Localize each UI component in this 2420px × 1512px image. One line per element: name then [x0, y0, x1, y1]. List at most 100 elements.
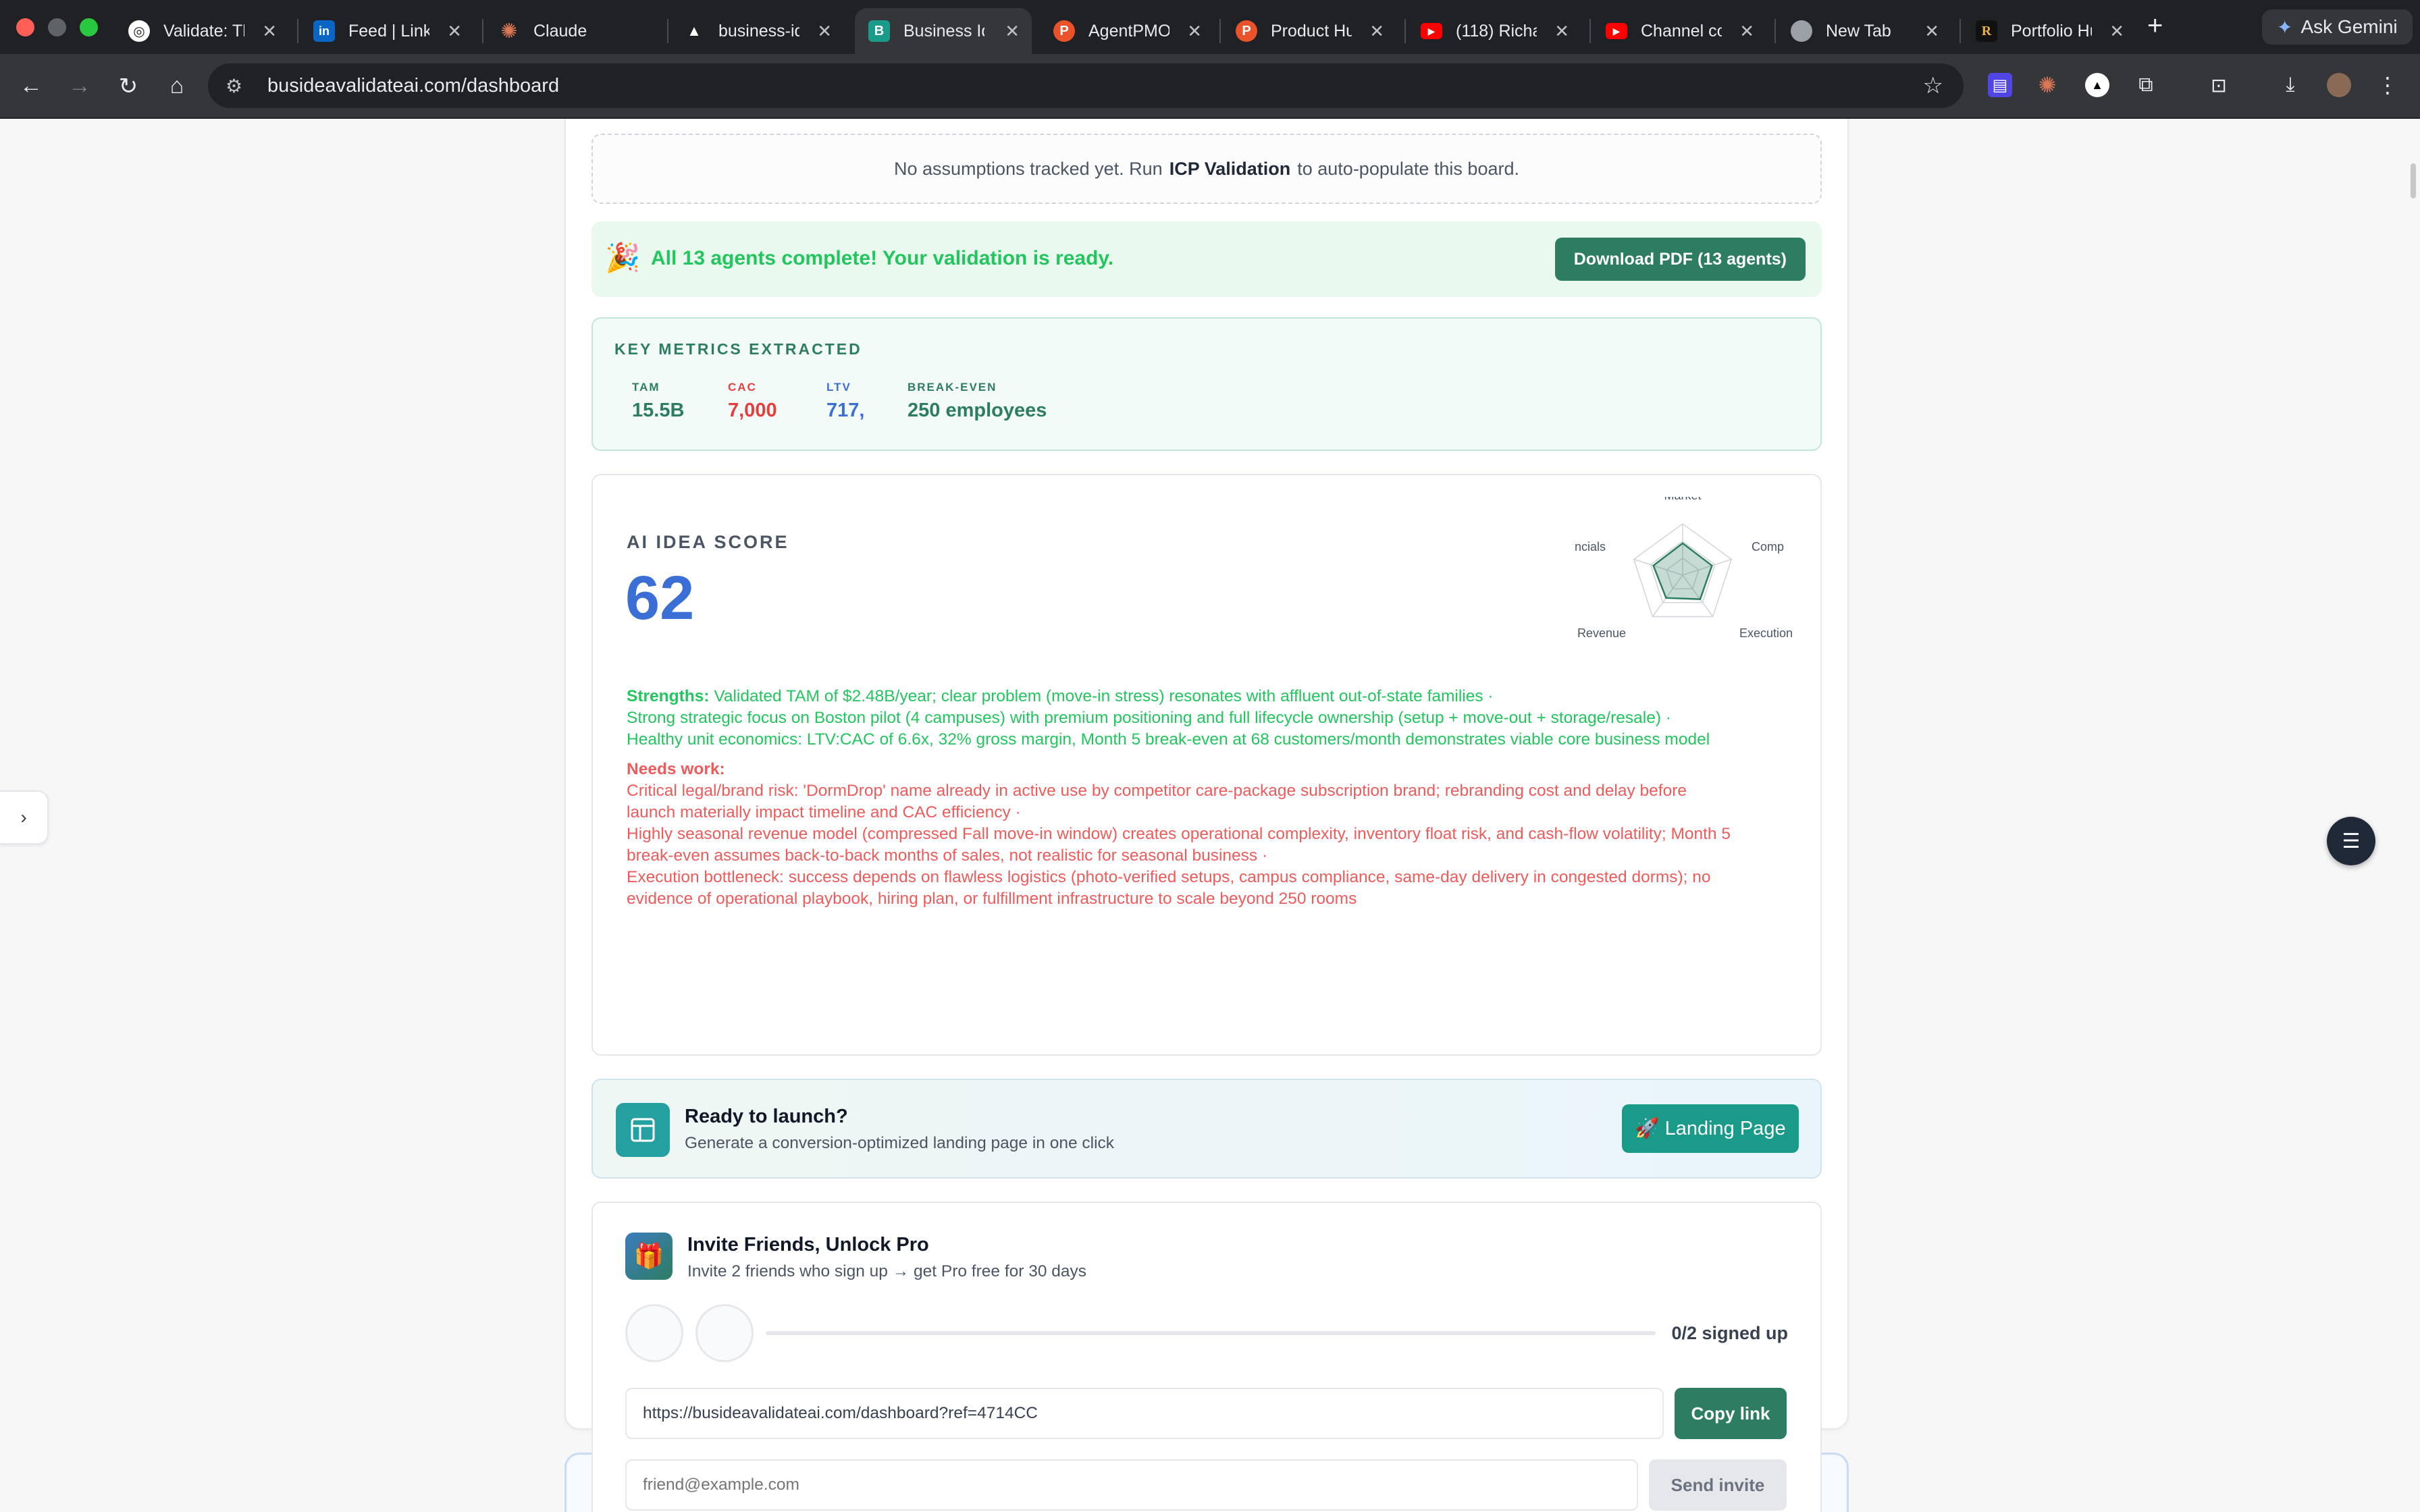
assumptions-text-suffix: to auto-populate this board. [1297, 158, 1519, 179]
close-tab-icon[interactable]: ✕ [1739, 21, 1754, 42]
tab-label: (118) Richa [1456, 21, 1537, 40]
producthunt-icon: P [1053, 20, 1075, 42]
complete-message: All 13 agents complete! Your validation … [651, 247, 1114, 269]
icp-validation-link[interactable]: ICP Validation [1169, 159, 1291, 180]
browser-tab[interactable]: in Feed | Linke ✕ [300, 8, 474, 54]
home-icon[interactable]: ⌂ [163, 73, 190, 99]
browser-tab[interactable]: ◎ Validate: Th ✕ [115, 8, 289, 54]
metric-value: 7,000 [728, 400, 777, 421]
list-icon: ☰ [2342, 830, 2361, 853]
tab-label: Feed | Linke [348, 21, 429, 40]
address-bar[interactable]: ⚙ busideavalidateai.com/dashboard ☆ [208, 63, 1964, 108]
close-tab-icon[interactable]: ✕ [2109, 21, 2124, 42]
copy-link-button[interactable]: Copy link [1675, 1388, 1787, 1439]
download-pdf-button[interactable]: Download PDF (13 agents) [1554, 238, 1806, 281]
browser-tab[interactable]: P Product Hu ✕ [1222, 8, 1396, 54]
browser-tab[interactable]: ▲ business-id ✕ [670, 8, 844, 54]
score-radar-chart: Market Comp Execution Revenue ncials [1568, 497, 1797, 652]
tab-label: Portfolio Hu [2011, 21, 2092, 40]
portfolio-icon: R [1976, 20, 1997, 42]
referral-link-field[interactable] [625, 1388, 1664, 1439]
scrollbar-thumb[interactable] [2411, 163, 2416, 198]
needs-work-item: launch materially impact timeline and CA… [627, 803, 1021, 821]
metric-break-even: BREAK-EVEN 250 employees [908, 381, 1047, 422]
business-idea-icon: B [868, 20, 890, 42]
radar-axis-label: Comp [1752, 540, 1784, 554]
maximize-window-button[interactable] [80, 18, 98, 36]
idea-score-title: AI IDEA SCORE [627, 532, 789, 552]
close-tab-icon[interactable]: ✕ [1005, 21, 1020, 42]
tab-label: New Tab [1826, 21, 1891, 40]
sidebar-expand-button[interactable]: › [0, 790, 49, 844]
tab-label: Validate: Th [163, 21, 244, 40]
browser-tab[interactable]: New Tab ✕ [1777, 8, 1951, 54]
browser-menu-icon[interactable]: ⋮ [2375, 73, 2400, 97]
needs-work-label: Needs work: [627, 760, 725, 778]
ai-idea-score-card: AI IDEA SCORE 62 Market Comp Execution Reve… [591, 474, 1822, 1056]
invite-friends-card: 🎁 Invite Friends, Unlock Pro Invite 2 fr… [591, 1202, 1822, 1512]
assumptions-board-empty: No assumptions tracked yet. Run ICP Vali… [591, 134, 1822, 204]
radar-axis-label: ncials [1575, 540, 1606, 554]
radar-axis-label: Market [1664, 497, 1701, 502]
browser-tab-active[interactable]: B Business Id ✕ [855, 8, 1032, 54]
metric-value: 250 employees [908, 400, 1047, 421]
invite-slot-avatar [695, 1304, 754, 1362]
floating-menu-button[interactable]: ☰ [2327, 817, 2375, 865]
metric-label: LTV [826, 381, 851, 394]
browser-tab[interactable]: ▶ (118) Richa ✕ [1407, 8, 1581, 54]
profile-avatar[interactable] [2327, 73, 2351, 97]
browser-toolbar: ← → ↻ ⌂ ⚙ busideavalidateai.com/dashboar… [0, 54, 2420, 119]
tab-label: business-id [718, 21, 799, 40]
ask-gemini-button[interactable]: ✦ Ask Gemini [2262, 9, 2413, 45]
gift-icon: 🎁 [625, 1233, 673, 1280]
gemini-sparkle-icon: ✦ [2277, 16, 2293, 38]
minimize-window-button[interactable] [48, 18, 66, 36]
key-metrics-card: KEY METRICS EXTRACTED TAM 15.5B CAC 7,000 LT… [591, 317, 1822, 451]
close-tab-icon[interactable]: ✕ [262, 21, 277, 42]
close-tab-icon[interactable]: ✕ [1554, 21, 1569, 42]
strengths-block: Strengths: Validated TAM of $2.48B/year;… [627, 686, 1710, 751]
claude-extension-icon[interactable]: ✺ [2035, 73, 2059, 97]
new-tab-button[interactable]: + [2147, 11, 2163, 41]
browser-tab[interactable]: ✺ Claude [485, 8, 659, 54]
assumptions-text: No assumptions tracked yet. Run [894, 158, 1163, 179]
download-icon[interactable]: ⤓ [2278, 73, 2303, 97]
needs-work-item: Highly seasonal revenue model (compresse… [627, 825, 1731, 843]
extension-notes-icon[interactable]: ▤ [1988, 73, 2012, 97]
metric-label: TAM [632, 381, 660, 394]
landing-page-cta-card: Ready to launch? Generate a conversion-o… [591, 1079, 1822, 1179]
vercel-extension-icon[interactable]: ▲ [2085, 73, 2109, 97]
reload-icon[interactable]: ↻ [115, 73, 142, 100]
tab-search-icon[interactable]: ⊡ [2207, 73, 2231, 97]
forward-arrow-icon[interactable]: → [66, 73, 93, 99]
key-metrics-title: KEY METRICS EXTRACTED [614, 340, 862, 358]
invite-title: Invite Friends, Unlock Pro [687, 1234, 929, 1256]
send-invite-button[interactable]: Send invite [1649, 1459, 1787, 1511]
close-tab-icon[interactable]: ✕ [1369, 21, 1384, 42]
invite-subtitle: Invite 2 friends who sign up → get Pro f… [687, 1262, 1087, 1280]
browser-tab[interactable]: ▶ Channel co ✕ [1592, 8, 1766, 54]
close-tab-icon[interactable]: ✕ [817, 21, 832, 42]
metric-cac: CAC 7,000 [728, 381, 777, 422]
youtube-icon: ▶ [1606, 23, 1627, 39]
back-arrow-icon[interactable]: ← [18, 73, 45, 99]
needs-work-block: Needs work: Critical legal/brand risk: '… [627, 759, 1731, 910]
friend-email-input[interactable] [625, 1459, 1638, 1511]
close-tab-icon[interactable]: ✕ [1924, 21, 1939, 42]
claude-icon: ✺ [500, 20, 518, 43]
site-settings-icon[interactable]: ⚙ [226, 75, 253, 97]
metric-label: BREAK-EVEN [908, 381, 997, 394]
launch-subtitle: Generate a conversion-optimized landing … [685, 1134, 1115, 1152]
chrome-icon [1791, 20, 1812, 42]
bookmark-star-icon[interactable]: ☆ [1923, 72, 1943, 99]
gemini-label: Ask Gemini [2300, 16, 2398, 37]
browser-tab-bar: ◎ Validate: Th ✕ in Feed | Linke ✕ ✺ Cla… [0, 0, 2420, 54]
browser-tab[interactable]: P AgentPMO ✕ [1040, 8, 1214, 54]
close-tab-icon[interactable]: ✕ [1187, 21, 1202, 42]
landing-page-button[interactable]: 🚀 Landing Page [1622, 1104, 1799, 1153]
browser-tab[interactable]: R Portfolio Hu ✕ [1962, 8, 2136, 54]
extensions-puzzle-icon[interactable]: ⧉ [2134, 73, 2158, 97]
needs-work-item: Critical legal/brand risk: 'DormDrop' na… [627, 782, 1687, 800]
close-tab-icon[interactable]: ✕ [447, 21, 462, 42]
close-window-button[interactable] [16, 18, 34, 36]
